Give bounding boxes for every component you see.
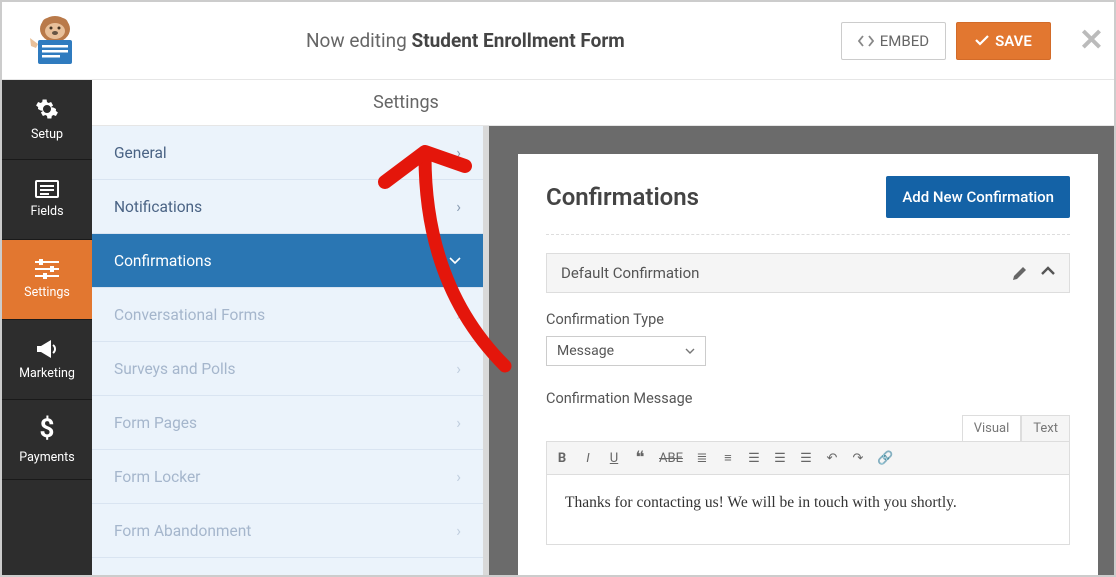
chevron-right-icon: › [456,413,461,432]
submenu-item-notifications[interactable]: Notifications › [92,180,483,234]
sidebar-item-marketing[interactable]: Marketing [2,320,92,400]
tab-text[interactable]: Text [1021,415,1070,441]
undo-button[interactable]: ↶ [825,451,839,466]
check-icon [975,35,989,46]
top-bar: Now editing Student Enrollment Form EMBE… [2,2,1114,80]
blockquote-button[interactable]: ❝ [633,448,647,468]
chevron-right-icon: › [456,305,461,324]
save-button[interactable]: SAVE [956,22,1051,60]
main-area: Setup Fields Settings Marketing $ Paymen… [2,80,1114,575]
tab-visual[interactable]: Visual [962,415,1022,441]
align-center-button[interactable]: ☰ [773,451,787,466]
bullet-list-button[interactable]: ≣ [695,451,709,466]
general-label: General [114,144,167,162]
type-label: Confirmation Type [546,311,1070,328]
payments-label: Payments [19,450,74,465]
confirmation-type-section: Confirmation Type Message [546,293,1070,372]
sidebar-item-setup[interactable]: Setup [2,80,92,160]
chevron-up-icon[interactable] [1041,266,1055,275]
redo-button[interactable]: ↷ [851,451,865,466]
wpforms-logo [20,13,90,68]
accordion-title: Default Confirmation [561,264,699,282]
panel-header: Confirmations Add New Confirmation [546,176,1070,235]
sliders-icon [35,259,59,279]
confirmation-type-select[interactable]: Message [546,336,706,366]
message-editor[interactable]: Thanks for contacting us! We will be in … [546,475,1070,545]
save-label: SAVE [995,32,1032,50]
formpages-label: Form Pages [114,414,197,432]
strikethrough-button[interactable]: ABE [659,451,683,466]
align-right-button[interactable]: ☰ [799,451,813,466]
code-icon [858,35,874,47]
accordion-header[interactable]: Default Confirmation [546,253,1070,293]
close-button[interactable]: ✕ [1079,23,1104,58]
confirmation-message-section: Confirmation Message Visual Text B I U ❝… [546,372,1070,551]
align-left-button[interactable]: ☰ [747,451,761,466]
chevron-right-icon: › [456,467,461,486]
numbered-list-button[interactable]: ≡ [721,450,735,466]
formabandon-label: Form Abandonment [114,522,251,540]
submenu-item-general[interactable]: General › [92,126,483,180]
fields-label: Fields [30,204,63,219]
chevron-right-icon: › [456,521,461,540]
editor-tabs: Visual Text [546,415,1070,441]
confirmations-panel: Confirmations Add New Confirmation Defau… [518,154,1098,575]
add-confirmation-button[interactable]: Add New Confirmation [886,176,1070,218]
chevron-down-icon [685,348,695,354]
content-wrap: Confirmations Add New Confirmation Defau… [489,80,1114,575]
settings-heading: Settings [92,80,720,126]
form-name: Student Enrollment Form [412,29,625,52]
marketing-label: Marketing [19,366,75,381]
panel-title: Confirmations [546,183,699,211]
dollar-icon: $ [40,414,55,444]
sidebar-item-settings[interactable]: Settings [2,240,92,320]
message-label: Confirmation Message [546,390,1070,407]
link-button[interactable]: 🔗 [877,451,893,466]
bullhorn-icon [35,338,59,360]
submenu-item-formpages[interactable]: Form Pages › [92,396,483,450]
chevron-right-icon: › [456,359,461,378]
left-sidebar: Setup Fields Settings Marketing $ Paymen… [2,80,92,575]
embed-label: EMBED [880,32,929,50]
submenu-item-conversational[interactable]: Conversational Forms › [92,288,483,342]
conversational-label: Conversational Forms [114,306,265,324]
chevron-right-icon: › [456,197,461,216]
italic-button[interactable]: I [581,451,595,466]
submenu-item-formabandon[interactable]: Form Abandonment › [92,504,483,558]
content-area: Confirmations Add New Confirmation Defau… [489,126,1114,575]
settings-submenu: Settings General› Notifications› Confirm… [92,80,489,575]
embed-button[interactable]: EMBED [841,22,946,60]
submenu-item-surveys[interactable]: Surveys and Polls › [92,342,483,396]
formlocker-label: Form Locker [114,468,200,486]
confirmations-label: Confirmations [114,252,212,270]
surveys-label: Surveys and Polls [114,360,235,378]
chevron-down-icon [449,257,461,265]
chevron-right-icon: › [456,143,461,162]
top-actions: EMBED SAVE ✕ [841,22,1104,60]
setup-label: Setup [31,127,63,142]
list-icon [35,180,59,198]
sidebar-item-fields[interactable]: Fields [2,160,92,240]
underline-button[interactable]: U [607,451,621,466]
notifications-label: Notifications [114,198,202,216]
pencil-icon[interactable] [1012,266,1027,281]
editor-toolbar: B I U ❝ ABE ≣ ≡ ☰ ☰ ☰ ↶ ↷ 🔗 [546,441,1070,475]
page-title: Now editing Student Enrollment Form [90,29,841,52]
bold-button[interactable]: B [555,451,569,466]
submenu-item-confirmations[interactable]: Confirmations [92,234,483,288]
sidebar-item-payments[interactable]: $ Payments [2,400,92,480]
editing-prefix: Now editing [306,29,412,52]
submenu-item-formlocker[interactable]: Form Locker › [92,450,483,504]
type-value: Message [557,343,614,359]
gear-icon [35,97,59,121]
settings-label: Settings [24,285,70,300]
